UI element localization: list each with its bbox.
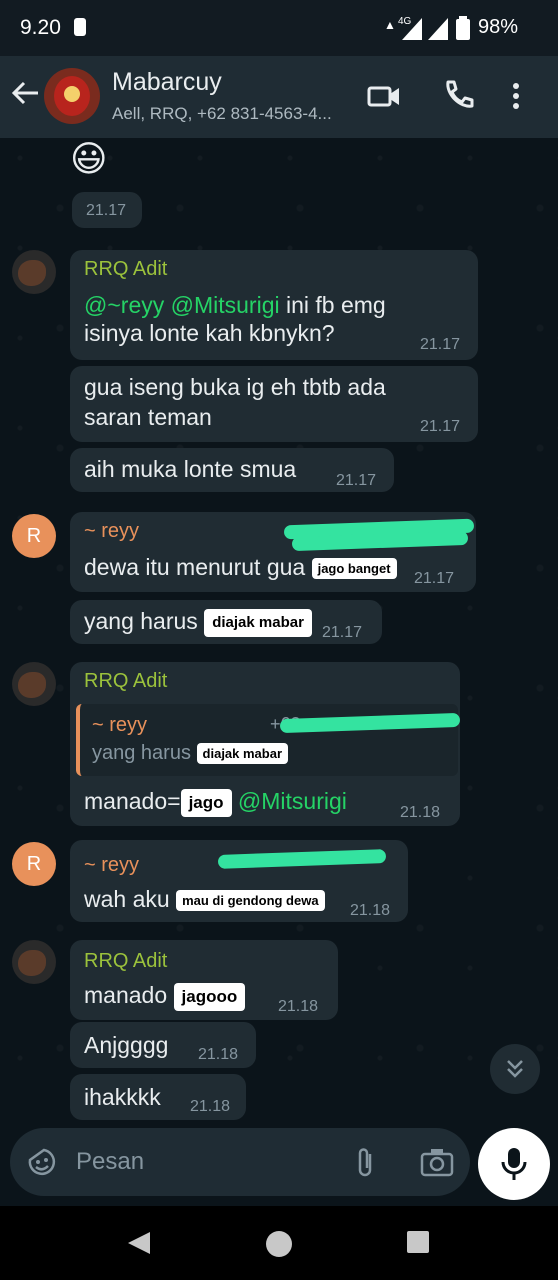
nav-back-icon[interactable] [126, 1230, 152, 1256]
status-media-icon [74, 18, 86, 36]
message-text-part: ini fb emg [279, 292, 386, 318]
status-location-icon: ▲ [384, 18, 396, 32]
mention[interactable]: @Mitsurigi [171, 292, 280, 318]
video-call-icon[interactable] [366, 78, 402, 114]
message-text: yang harus diajak mabar [84, 606, 312, 637]
text-sticker: jagooo [173, 982, 246, 1011]
message-bubble[interactable]: 21.17 [72, 192, 142, 228]
avatar-rrq-adit[interactable] [12, 662, 56, 706]
mention[interactable]: @Mitsurigi [238, 788, 347, 814]
message-text-part: yang harus [84, 608, 198, 634]
message-input[interactable]: Pesan [76, 1148, 144, 1176]
message-bubble[interactable]: Anjgggg 21.18 [70, 1022, 256, 1068]
chat-title[interactable]: Mabarcuy [112, 68, 222, 97]
message-text: @~reyy @Mitsurigi ini fb emg [84, 290, 386, 320]
more-vert-icon[interactable] [506, 78, 526, 114]
avatar-reyy[interactable]: R [12, 514, 56, 558]
sender-name[interactable]: ~ reyy [84, 854, 139, 877]
message-time: 21.17 [336, 472, 377, 489]
message-text: saran teman [84, 404, 212, 430]
phone-icon[interactable] [440, 78, 476, 114]
nav-home-icon[interactable] [265, 1230, 293, 1258]
message-text-part: dewa itu menurut gua [84, 554, 306, 580]
message-bubble[interactable]: ihakkkk 21.18 [70, 1074, 246, 1120]
message-text: dewa itu menurut gua jago banget [84, 552, 397, 582]
chat-participants[interactable]: Aell, RRQ, +62 831-4563-4... [112, 104, 332, 124]
message-time: 21.18 [198, 1046, 239, 1063]
message-list[interactable]: 😃 21.17 RRQ Adit @~reyy @Mitsurigi ini f… [0, 138, 558, 1130]
message-bubble[interactable]: yang harus diajak mabar 21.17 [70, 600, 382, 644]
quote-text: yang harus diajak mabar [92, 742, 289, 765]
chevron-double-down-icon[interactable] [490, 1044, 540, 1094]
message-time: 21.18 [400, 804, 441, 821]
message-time: 21.17 [420, 336, 461, 353]
avatar-reyy[interactable]: R [12, 842, 56, 886]
sender-name[interactable]: RRQ Adit [84, 950, 167, 973]
message-text-part: manado [84, 982, 168, 1008]
message-text: gua iseng buka ig eh tbtb ada [84, 374, 386, 400]
camera-icon[interactable] [420, 1146, 454, 1178]
paperclip-icon[interactable] [352, 1146, 380, 1178]
emoji-icon[interactable] [26, 1146, 58, 1178]
sender-name[interactable]: RRQ Adit [84, 670, 167, 693]
text-sticker: diajak mabar [196, 743, 289, 765]
message-time: 21.17 [86, 202, 127, 219]
message-bubble[interactable]: RRQ Adit manado jagooo 21.18 [70, 940, 338, 1020]
text-sticker: jago [180, 788, 232, 817]
arrow-back-icon[interactable] [10, 78, 40, 117]
battery-icon [456, 16, 470, 40]
message-text: manado jagooo [84, 980, 246, 1011]
message-bubble[interactable]: ~ reyy dewa itu menurut gua jago banget … [70, 512, 476, 592]
microphone-icon[interactable] [478, 1128, 550, 1200]
avatar-rrq-adit[interactable] [12, 250, 56, 294]
mention[interactable]: @~reyy [84, 292, 164, 318]
sender-name[interactable]: RRQ Adit [84, 258, 167, 281]
message-time: 21.17 [420, 418, 461, 435]
quote-sender: ~ reyy [92, 714, 148, 736]
message-time: 21.17 [322, 624, 363, 641]
message-bubble[interactable]: RRQ Adit ~ reyy +62 yang harus diajak ma… [70, 662, 461, 826]
message-bubble[interactable]: RRQ Adit @~reyy @Mitsurigi ini fb emg is… [70, 250, 478, 360]
nav-recents-icon[interactable] [406, 1230, 430, 1254]
status-time: 9.20 [20, 16, 61, 39]
message-time: 21.18 [350, 902, 391, 919]
message-text: isinya lonte kah kbnykn? [84, 320, 335, 346]
emoji-sticker: 😃 [70, 138, 108, 179]
message-text: ihakkkk [84, 1084, 161, 1110]
message-bubble[interactable]: aih muka lonte smua 21.17 [70, 448, 394, 492]
message-time: 21.18 [190, 1098, 231, 1115]
message-text: wah aku mau di gendong dewa [84, 884, 325, 914]
message-text-part: manado= [84, 788, 181, 814]
message-text: manado= jago @Mitsurigi [84, 786, 347, 817]
text-sticker: jago banget [311, 558, 397, 580]
status-bar: 9.20 ▲ 4G 98% [0, 0, 558, 56]
message-text: aih muka lonte smua [84, 456, 297, 482]
quote-text-part: yang harus [92, 742, 191, 764]
message-time: 21.18 [278, 998, 319, 1015]
text-sticker: diajak mabar [204, 608, 312, 637]
signal-icon [402, 18, 448, 40]
sender-name[interactable]: ~ reyy [84, 520, 139, 543]
message-bubble[interactable]: gua iseng buka ig eh tbtb ada saran tema… [70, 366, 478, 442]
message-bubble[interactable]: ~ reyy +62 wah aku mau di gendong dewa 2… [70, 840, 408, 922]
battery-level: 98% [477, 16, 518, 38]
system-navigation-bar [0, 1206, 558, 1280]
group-avatar[interactable] [44, 68, 100, 124]
message-composer[interactable]: Pesan [10, 1128, 470, 1196]
chat-header: Mabarcuy Aell, RRQ, +62 831-4563-4... [0, 56, 558, 138]
text-sticker: mau di gendong dewa [176, 890, 325, 912]
redaction-scribble [279, 712, 461, 734]
message-text-part: wah aku [84, 886, 170, 912]
avatar-rrq-adit[interactable] [12, 940, 56, 984]
message-time: 21.17 [414, 570, 455, 587]
message-text: Anjgggg [84, 1032, 169, 1058]
quoted-message[interactable]: ~ reyy +62 yang harus diajak mabar [76, 704, 461, 776]
